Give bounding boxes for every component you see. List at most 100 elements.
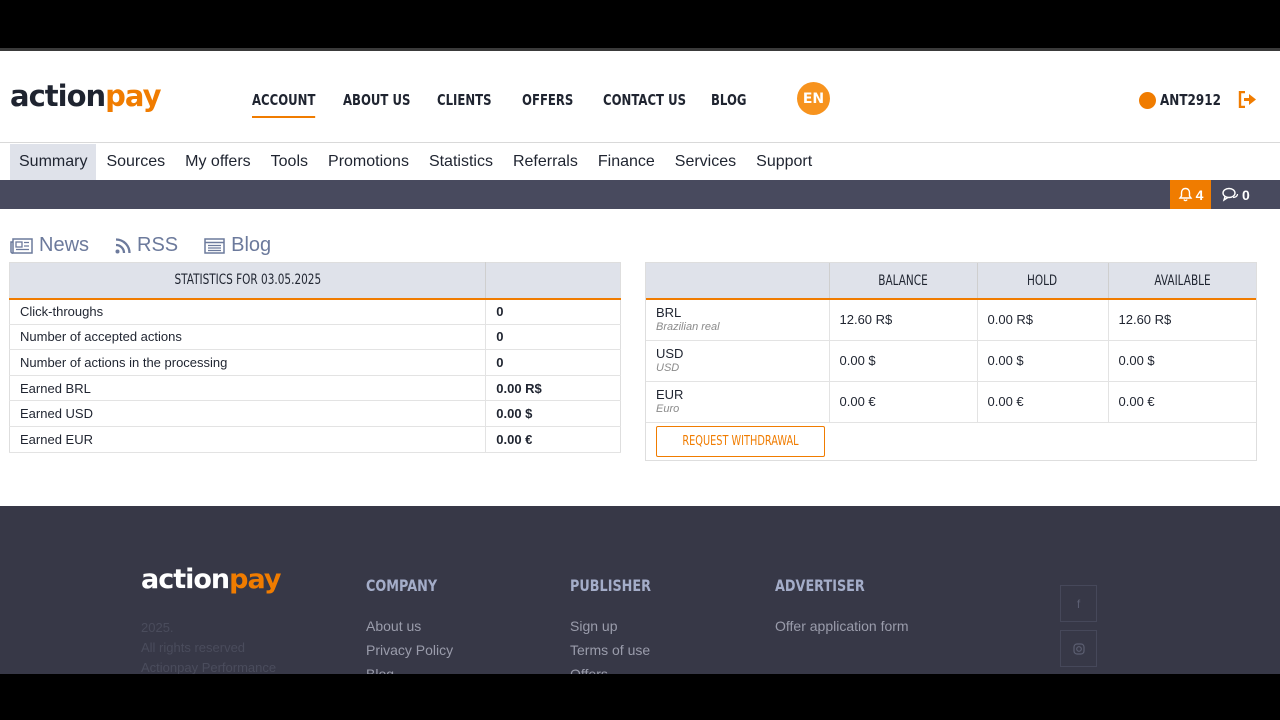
messages-button[interactable]: 0 bbox=[1222, 180, 1250, 209]
footer-link-offers[interactable]: Offers bbox=[570, 662, 671, 674]
subnav-statistics[interactable]: Statistics bbox=[419, 144, 503, 180]
blog-list-icon bbox=[204, 237, 225, 254]
footer-company-heading: COMPANY bbox=[366, 576, 438, 595]
subnav-support[interactable]: Support bbox=[746, 144, 822, 180]
balance-col-label: BALANCE bbox=[878, 272, 928, 289]
user-menu[interactable]: ANT2912 bbox=[1139, 91, 1236, 109]
footer-logo-pay: pay bbox=[229, 564, 281, 595]
table-row: Earned EUR 0.00 € bbox=[9, 426, 621, 453]
footer-link-privacy-policy[interactable]: Privacy Policy bbox=[366, 638, 455, 662]
subnav-sources[interactable]: Sources bbox=[96, 144, 175, 180]
footer-publisher-column: PUBLISHER Sign up Terms of use Offers bbox=[570, 576, 671, 674]
logout-icon[interactable] bbox=[1238, 91, 1257, 108]
footer-link-blog[interactable]: Blog bbox=[366, 662, 455, 674]
footer-link-offer-application[interactable]: Offer application form bbox=[775, 614, 909, 638]
stats-value: 0.00 $ bbox=[485, 400, 621, 427]
currency-cell: USD USD bbox=[646, 340, 830, 382]
available-col-label: AVAILABLE bbox=[1154, 272, 1211, 289]
messages-count: 0 bbox=[1242, 186, 1250, 203]
app-frame: actionpay ACCOUNT ABOUT US CLIENTS OFFER… bbox=[0, 48, 1280, 674]
rss-icon bbox=[115, 237, 131, 253]
stats-label: Number of actions in the processing bbox=[9, 349, 486, 376]
footer-link-terms-of-use[interactable]: Terms of use bbox=[570, 638, 671, 662]
copyright-year: 2025. bbox=[141, 620, 174, 635]
daily-statistics-table: STATISTICS FOR 03.05.2025 Click-throughs… bbox=[9, 262, 621, 453]
hold-col-label: HOLD bbox=[1027, 272, 1058, 289]
nav-clients[interactable]: CLIENTS bbox=[437, 91, 492, 109]
feed-news-label: News bbox=[39, 234, 90, 256]
bell-icon bbox=[1178, 187, 1192, 202]
footer-link-about-us[interactable]: About us bbox=[366, 614, 455, 638]
available-value: 0.00 € bbox=[1108, 381, 1256, 423]
footer-logo-action: action bbox=[141, 564, 230, 595]
actionpay-logo[interactable]: actionpay bbox=[10, 79, 161, 113]
balance-table: BALANCE HOLD AVAILABLE BRL Brazilian real… bbox=[646, 263, 1256, 423]
nav-offers[interactable]: OFFERS bbox=[522, 91, 573, 109]
stats-label: Earned BRL bbox=[9, 375, 486, 402]
language-switcher[interactable]: EN bbox=[797, 82, 830, 115]
copyright-company: Actionpay Performance bbox=[141, 660, 277, 674]
nav-contact-us[interactable]: CONTACT US bbox=[603, 91, 686, 109]
feed-tabs: News RSS Blog bbox=[10, 234, 271, 257]
stats-value: 0 bbox=[485, 349, 621, 376]
stats-header-text: STATISTICS FOR 03.05.2025 bbox=[174, 272, 321, 289]
stats-value: 0 bbox=[485, 298, 621, 325]
withdraw-label: REQUEST WITHDRAWAL bbox=[682, 434, 799, 449]
table-row: EUR Euro 0.00 € 0.00 € 0.00 € bbox=[646, 381, 1256, 423]
request-withdrawal-button[interactable]: REQUEST WITHDRAWAL bbox=[656, 426, 825, 457]
table-row: Number of accepted actions 0 bbox=[9, 324, 621, 351]
table-row: Earned USD 0.00 $ bbox=[9, 400, 621, 427]
stats-header-value bbox=[485, 262, 621, 300]
stats-label: Number of accepted actions bbox=[9, 324, 486, 351]
footer-company-column: COMPANY About us Privacy Policy Blog bbox=[366, 576, 455, 674]
nav-blog[interactable]: BLOG bbox=[711, 91, 747, 109]
balance-value: 12.60 R$ bbox=[829, 299, 978, 341]
balance-panel: BALANCE HOLD AVAILABLE BRL Brazilian real… bbox=[645, 262, 1257, 461]
nav-about-us[interactable]: ABOUT US bbox=[343, 91, 410, 109]
table-row: USD USD 0.00 $ 0.00 $ 0.00 $ bbox=[646, 340, 1256, 382]
hold-value: 0.00 R$ bbox=[977, 299, 1109, 341]
balance-value: 0.00 € bbox=[829, 381, 978, 423]
user-status-icon bbox=[1139, 91, 1156, 109]
footer-advertiser-heading: ADVERTISER bbox=[775, 576, 865, 595]
newspaper-icon bbox=[10, 237, 33, 254]
notifications-button[interactable]: 4 bbox=[1170, 180, 1211, 209]
nav-account[interactable]: ACCOUNT bbox=[252, 91, 316, 118]
subnav-services[interactable]: Services bbox=[665, 144, 746, 180]
feed-rss[interactable]: RSS bbox=[115, 234, 178, 257]
subnav-finance[interactable]: Finance bbox=[588, 144, 665, 180]
footer-publisher-heading: PUBLISHER bbox=[570, 576, 651, 595]
username: ANT2912 bbox=[1160, 91, 1221, 109]
site-footer: actionpay 2025. All rights reserved Acti… bbox=[0, 506, 1280, 674]
currency-cell: BRL Brazilian real bbox=[646, 299, 830, 341]
logo-action-text: action bbox=[10, 79, 106, 113]
facebook-icon[interactable]: f bbox=[1060, 585, 1097, 622]
footer-logo[interactable]: actionpay bbox=[141, 564, 282, 595]
available-value: 0.00 $ bbox=[1108, 340, 1256, 382]
balance-header-available: AVAILABLE bbox=[1108, 263, 1256, 300]
feed-news[interactable]: News bbox=[10, 234, 89, 257]
feed-blog[interactable]: Blog bbox=[204, 234, 271, 257]
balance-header-balance: BALANCE bbox=[829, 263, 978, 300]
currency-name: Brazilian real bbox=[656, 320, 720, 333]
currency-code: EUR bbox=[656, 386, 684, 402]
hold-value: 0.00 $ bbox=[977, 340, 1109, 382]
stats-value: 0.00 R$ bbox=[485, 375, 621, 402]
instagram-icon[interactable] bbox=[1060, 630, 1097, 667]
available-value: 12.60 R$ bbox=[1108, 299, 1256, 341]
subnav-summary[interactable]: Summary bbox=[10, 144, 97, 180]
currency-name: USD bbox=[656, 361, 680, 374]
table-row: Click-throughs 0 bbox=[9, 298, 621, 325]
subnav-my-offers[interactable]: My offers bbox=[175, 144, 261, 180]
subnav-referrals[interactable]: Referrals bbox=[503, 144, 588, 180]
copyright-rights: All rights reserved bbox=[141, 640, 246, 655]
instagram-glyph-icon bbox=[1072, 642, 1085, 655]
footer-copyright: 2025. All rights reserved Actionpay Perf… bbox=[141, 618, 276, 674]
table-row: BRL Brazilian real 12.60 R$ 0.00 R$ 12.60… bbox=[646, 299, 1256, 341]
currency-cell: EUR Euro bbox=[646, 381, 830, 423]
feed-blog-label: Blog bbox=[231, 234, 272, 256]
subnav-promotions[interactable]: Promotions bbox=[318, 144, 419, 180]
subnav-tools[interactable]: Tools bbox=[261, 144, 318, 180]
footer-link-sign-up[interactable]: Sign up bbox=[570, 614, 671, 638]
currency-code: BRL bbox=[656, 304, 682, 320]
